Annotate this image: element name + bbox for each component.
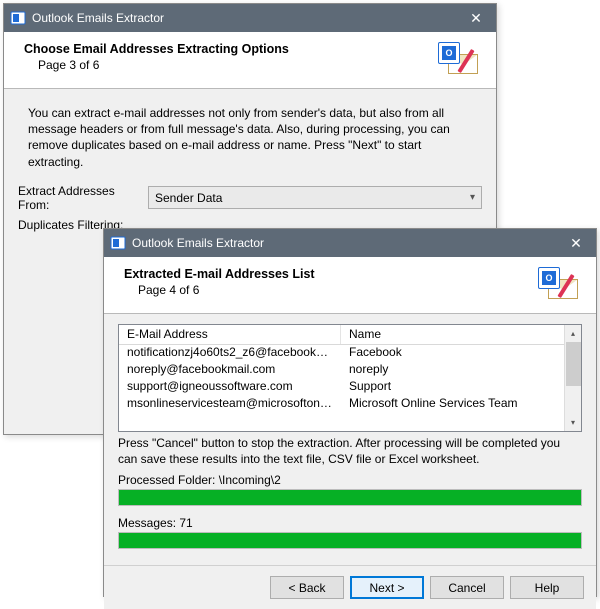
page-subtitle: Page 4 of 6 (138, 283, 538, 297)
col-email[interactable]: E-Mail Address (119, 325, 341, 344)
page-title: Choose Email Addresses Extracting Option… (24, 42, 438, 56)
extract-from-combo[interactable]: Sender Data ▾ (148, 186, 482, 209)
next-button[interactable]: Next > (350, 576, 424, 599)
scroll-down-icon[interactable]: ▾ (565, 414, 581, 431)
window-title: Outlook Emails Extractor (32, 11, 456, 25)
progress-messages (118, 532, 582, 549)
intro-text: You can extract e-mail addresses not onl… (28, 105, 472, 170)
hint-text: Press "Cancel" button to stop the extrac… (118, 436, 582, 467)
close-button[interactable]: ✕ (556, 229, 596, 257)
titlebar-page3[interactable]: Outlook Emails Extractor ✕ (4, 4, 496, 32)
cell-email: noreply@facebookmail.com (119, 362, 341, 379)
scroll-thumb[interactable] (566, 342, 581, 386)
wizard-window-page4: Outlook Emails Extractor ✕ Extracted E-m… (103, 228, 597, 597)
scrollbar[interactable]: ▴ ▾ (564, 325, 581, 431)
cell-name: noreply (341, 362, 581, 379)
list-header: E-Mail Address Name (119, 325, 581, 345)
page-title: Extracted E-mail Addresses List (124, 267, 538, 281)
cancel-button[interactable]: Cancel (430, 576, 504, 599)
cell-email: notificationzj4o60ts2_z6@facebookmail.co… (119, 345, 341, 362)
wizard-body-page3: You can extract e-mail addresses not onl… (4, 89, 496, 244)
cell-name: Microsoft Online Services Team (341, 396, 581, 413)
close-icon: ✕ (470, 10, 482, 27)
extract-from-value: Sender Data (155, 191, 222, 205)
wizard-body-page4: E-Mail Address Name notificationzj4o60ts… (104, 314, 596, 565)
progress-folder (118, 489, 582, 506)
outlook-mail-icon: O (438, 42, 482, 78)
chevron-down-icon: ▾ (470, 192, 475, 203)
close-icon: ✕ (570, 235, 582, 252)
cell-email: support@igneoussoftware.com (119, 379, 341, 396)
list-item[interactable]: msonlineservicesteam@microsoftonline.com… (119, 396, 581, 413)
messages-label: Messages: 71 (118, 516, 582, 530)
back-button[interactable]: < Back (270, 576, 344, 599)
list-item[interactable]: noreply@facebookmail.comnoreply (119, 362, 581, 379)
window-title: Outlook Emails Extractor (132, 236, 556, 250)
cell-email: msonlineservicesteam@microsoftonline.com (119, 396, 341, 413)
help-button[interactable]: Help (510, 576, 584, 599)
wizard-footer: < Back Next > Cancel Help (104, 565, 596, 609)
app-icon (110, 235, 126, 251)
wizard-header: Extracted E-mail Addresses List Page 4 o… (104, 257, 596, 314)
list-item[interactable]: support@igneoussoftware.comSupport (119, 379, 581, 396)
titlebar-page4[interactable]: Outlook Emails Extractor ✕ (104, 229, 596, 257)
outlook-mail-icon: O (538, 267, 582, 303)
email-list[interactable]: E-Mail Address Name notificationzj4o60ts… (118, 324, 582, 432)
cell-name: Facebook (341, 345, 581, 362)
app-icon (10, 10, 26, 26)
processed-folder-label: Processed Folder: \Incoming\2 (118, 473, 582, 487)
col-name[interactable]: Name (341, 325, 581, 344)
scroll-up-icon[interactable]: ▴ (565, 325, 581, 342)
extract-from-label: Extract Addresses From: (18, 184, 148, 212)
wizard-header: Choose Email Addresses Extracting Option… (4, 32, 496, 89)
list-item[interactable]: notificationzj4o60ts2_z6@facebookmail.co… (119, 345, 581, 362)
page-subtitle: Page 3 of 6 (38, 58, 438, 72)
close-button[interactable]: ✕ (456, 4, 496, 32)
cell-name: Support (341, 379, 581, 396)
